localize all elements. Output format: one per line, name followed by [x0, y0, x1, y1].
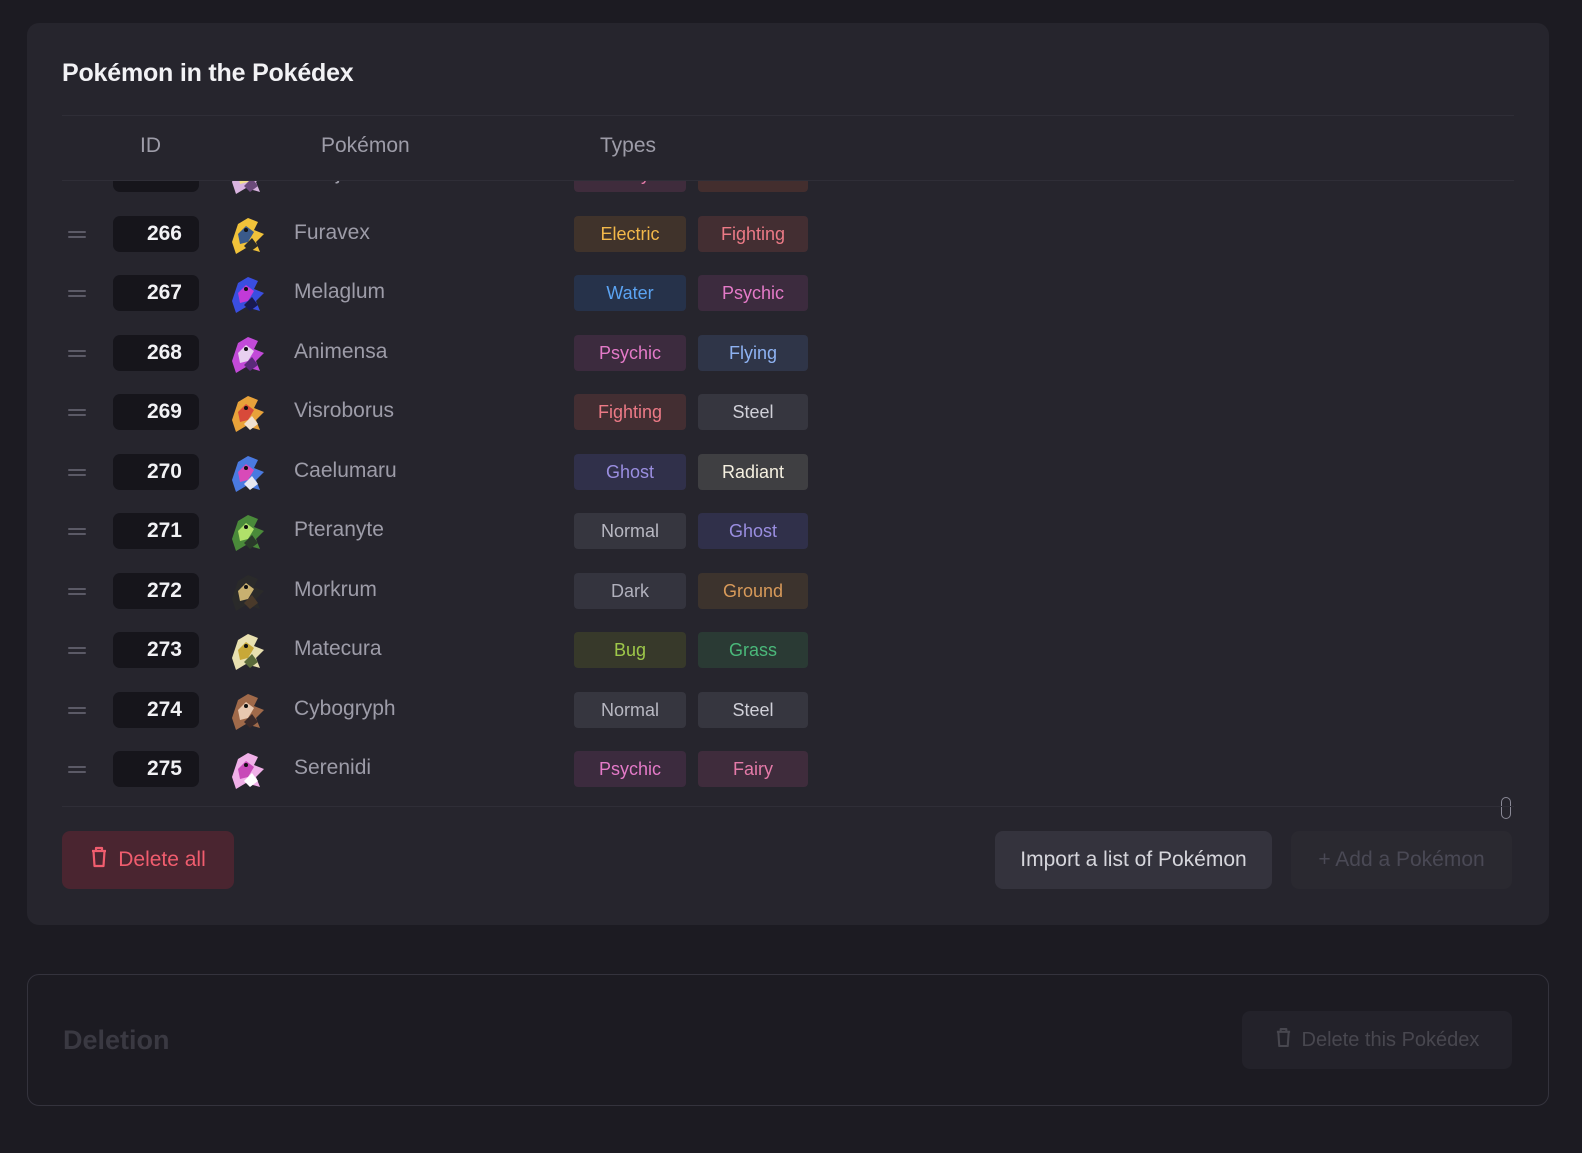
trash-icon [90, 846, 108, 874]
delete-pokedex-button[interactable]: Delete this Pokédex [1242, 1011, 1512, 1069]
pokemon-sprite [224, 628, 270, 674]
type-badge: Psychic [574, 751, 686, 787]
type-badge: Bug [574, 632, 686, 668]
pokemon-name: Solajor [294, 181, 359, 185]
type-badge: Steel [698, 394, 808, 430]
table-row: 273 Matecura Bug Grass [62, 620, 1514, 680]
type-badge: Fire [698, 181, 808, 192]
pokemon-list[interactable]: 265 Solajor Fairy Fire 266 Furavex Elect… [62, 181, 1514, 806]
drag-handle-icon[interactable] [68, 528, 86, 535]
pokemon-id: 274 [113, 691, 199, 728]
pokemon-sprite [224, 450, 270, 496]
type-badge: Grass [698, 632, 808, 668]
pokemon-sprite [224, 509, 270, 555]
import-list-button[interactable]: Import a list of Pokémon [995, 831, 1272, 889]
type-badge: Ghost [574, 453, 686, 490]
pokemon-name: Melaglum [294, 280, 386, 303]
pokemon-rows: 265 Solajor Fairy Fire 266 Furavex Elect… [62, 181, 1514, 799]
type-badge: Normal [574, 691, 686, 728]
pokemon-sprite [224, 212, 270, 258]
pokemon-id: 271 [113, 513, 199, 549]
drag-handle-icon[interactable] [68, 587, 86, 595]
pokemon-sprite [224, 181, 270, 198]
type-badge: Ground [698, 572, 808, 609]
type-badge: Dark [574, 572, 686, 609]
delete-all-label: Delete all [118, 848, 206, 871]
type-badge: Steel [698, 691, 808, 728]
pokemon-name: Furavex [294, 220, 370, 244]
table-row: 269 Visroborus Fighting Steel [62, 382, 1514, 442]
pokemon-id: 267 [113, 275, 199, 311]
type-badge: Ghost [698, 513, 808, 549]
pokemon-sprite [224, 747, 270, 793]
table-row: 274 Cybogryph Normal Steel [62, 680, 1514, 740]
add-pokemon-button[interactable]: + Add a Pokémon [1291, 831, 1512, 889]
drag-handle-icon[interactable] [68, 230, 86, 238]
drag-handle-icon[interactable] [68, 409, 86, 416]
pokemon-id: 275 [113, 751, 199, 787]
pokemon-sprite [224, 390, 270, 436]
pokemon-name: Visroborus [294, 399, 394, 422]
type-badge: Electric [574, 215, 686, 252]
table-row: 270 Caelumaru Ghost Radiant [62, 442, 1514, 502]
add-pokemon-label: + Add a Pokémon [1318, 848, 1485, 871]
type-badge: Fairy [574, 181, 686, 192]
table-header: ID Pokémon Types [62, 116, 1514, 180]
pokemon-id: 272 [113, 572, 199, 609]
deletion-card: Deletion Delete this Pokédex [27, 974, 1549, 1106]
column-header-types: Types [600, 134, 657, 157]
table-row: 267 Melaglum Water Psychic [62, 263, 1514, 323]
pokemon-sprite [224, 271, 270, 317]
pokemon-sprite [224, 331, 270, 377]
drag-handle-icon[interactable] [68, 349, 86, 357]
delete-all-button[interactable]: Delete all [62, 831, 234, 889]
drag-handle-icon[interactable] [68, 647, 86, 654]
pokemon-name: Pteranyte [294, 518, 384, 541]
trash-icon [1275, 1027, 1292, 1054]
type-badge: Fighting [698, 215, 808, 252]
type-badge: Fighting [574, 394, 686, 430]
drag-handle-icon[interactable] [68, 766, 86, 773]
pokemon-name: Cybogryph [294, 696, 396, 720]
type-badge: Normal [574, 513, 686, 549]
pokemon-id: 266 [113, 215, 199, 252]
drag-handle-icon[interactable] [68, 706, 86, 714]
pokemon-id: 273 [113, 632, 199, 668]
table-row: 266 Furavex Electric Fighting [62, 204, 1514, 264]
pokemon-name: Animensa [294, 339, 388, 363]
table-row: 268 Animensa Psychic Flying [62, 323, 1514, 383]
type-badge: Psychic [574, 334, 686, 371]
table-row: 272 Morkrum Dark Ground [62, 561, 1514, 621]
table-row: 275 Serenidi Psychic Fairy [62, 739, 1514, 799]
pokemon-sprite [224, 569, 270, 615]
pokemon-name: Caelumaru [294, 458, 397, 482]
pokemon-id: 268 [113, 334, 199, 371]
pokemon-name: Matecura [294, 637, 382, 660]
type-badge: Water [574, 275, 686, 311]
scrollbar-thumb[interactable] [1501, 797, 1511, 819]
pokemon-name: Serenidi [294, 756, 372, 779]
pokemon-id: 265 [113, 181, 199, 192]
type-badge: Fairy [698, 751, 808, 787]
type-badge: Radiant [698, 453, 808, 490]
type-badge: Psychic [698, 275, 808, 311]
drag-handle-icon[interactable] [68, 468, 86, 476]
type-badge: Flying [698, 334, 808, 371]
table-row: 271 Pteranyte Normal Ghost [62, 501, 1514, 561]
divider [62, 806, 1514, 807]
delete-pokedex-label: Delete this Pokédex [1301, 1028, 1480, 1051]
column-header-pokemon: Pokémon [321, 134, 410, 157]
table-row: 265 Solajor Fairy Fire [62, 181, 1514, 204]
column-header-id: ID [140, 134, 161, 157]
deletion-title: Deletion [63, 1025, 170, 1055]
pokemon-name: Morkrum [294, 577, 377, 601]
pokemon-id: 270 [113, 453, 199, 490]
drag-handle-icon[interactable] [68, 290, 86, 297]
import-list-label: Import a list of Pokémon [1020, 848, 1247, 871]
pokemon-sprite [224, 688, 270, 734]
pokedex-card: Pokémon in the Pokédex ID Pokémon Types … [27, 23, 1549, 925]
card-title: Pokémon in the Pokédex [62, 59, 354, 87]
pokemon-id: 269 [113, 394, 199, 430]
